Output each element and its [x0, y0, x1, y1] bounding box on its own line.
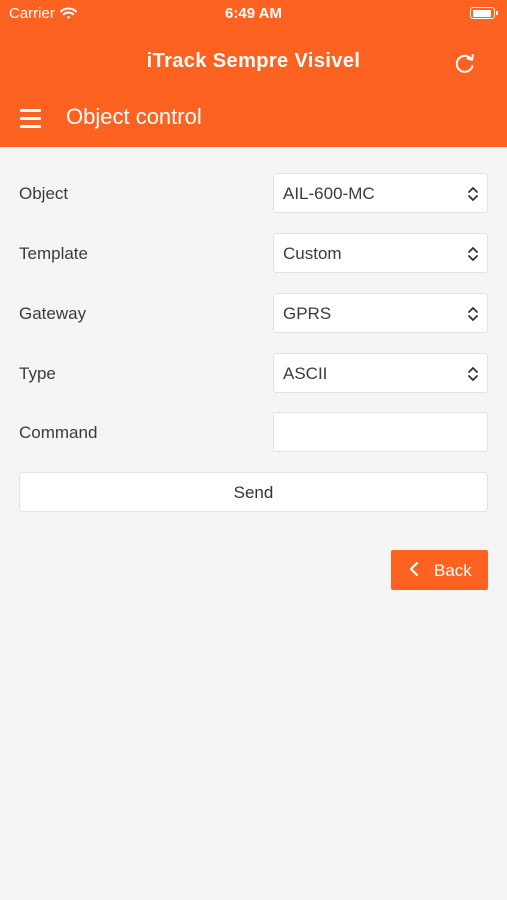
refresh-icon[interactable]: [452, 50, 478, 76]
object-row: Object AIL-600-MC: [19, 173, 488, 213]
type-label: Type: [19, 364, 56, 383]
updown-chevron-icon: [468, 247, 478, 261]
command-row: Command: [19, 412, 488, 452]
template-label: Template: [19, 244, 88, 263]
send-button[interactable]: Send: [19, 472, 488, 512]
gateway-row: Gateway GPRS: [19, 293, 488, 333]
object-label: Object: [19, 184, 69, 203]
updown-chevron-icon: [468, 187, 478, 201]
battery-icon: [470, 7, 498, 19]
gateway-select-value: GPRS: [283, 304, 332, 323]
app-header: Carrier 6:49 AM iTrack Sempre Visivel Ob…: [0, 0, 507, 147]
back-label: Back: [434, 561, 472, 580]
type-select-value: ASCII: [283, 364, 328, 383]
clock: 6:49 AM: [225, 5, 282, 22]
updown-chevron-icon: [468, 307, 478, 321]
template-select[interactable]: Custom: [273, 233, 488, 273]
command-label: Command: [19, 423, 98, 442]
type-row: Type ASCII: [19, 353, 488, 393]
type-select[interactable]: ASCII: [273, 353, 488, 393]
updown-chevron-icon: [468, 367, 478, 381]
command-input[interactable]: [273, 412, 488, 452]
app-title: iTrack Sempre Visivel: [146, 50, 361, 72]
gateway-label: Gateway: [19, 304, 87, 323]
chevron-left-icon: [409, 561, 419, 577]
page-title: Object control: [66, 104, 202, 129]
object-select[interactable]: AIL-600-MC: [273, 173, 488, 213]
status-bar: Carrier 6:49 AM: [0, 0, 507, 28]
object-select-value: AIL-600-MC: [283, 184, 375, 203]
battery-fill: [472, 9, 491, 17]
gateway-select[interactable]: GPRS: [273, 293, 488, 333]
hamburger-icon[interactable]: [20, 108, 41, 129]
template-row: Template Custom: [19, 233, 488, 273]
template-select-value: Custom: [283, 244, 342, 263]
back-button[interactable]: Back: [391, 550, 488, 590]
